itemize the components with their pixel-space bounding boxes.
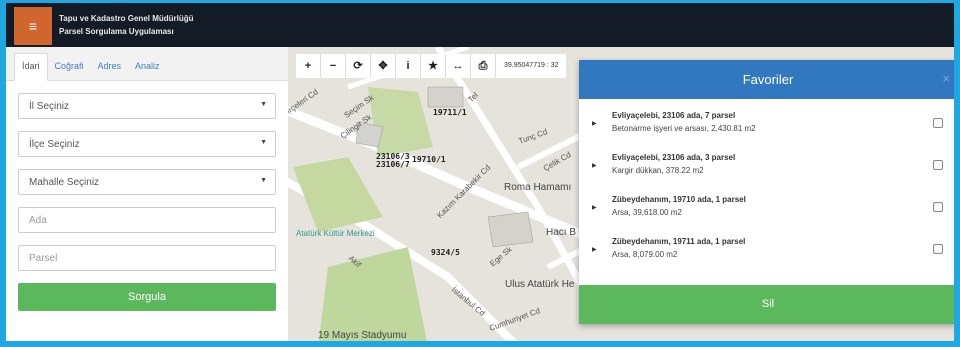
ilce-select-value: İlçe Seçiniz [29, 139, 80, 150]
map-poi-label: Atatürk Kültür Merkezi [296, 229, 375, 238]
map-poi-label: Roma Hamamı [504, 182, 572, 193]
favorite-title: Evliyaçelebi, 23106 ada, 7 parsel [612, 111, 736, 120]
map-building [427, 86, 464, 108]
chevron-down-icon: ▼ [260, 139, 267, 146]
favorite-subtitle: Kargir dükkan, 378.22 m2 [612, 166, 704, 175]
favorite-checkbox[interactable] [933, 244, 943, 254]
favorite-title: Evliyaçelebi, 23106 ada, 3 parsel [612, 153, 736, 162]
app-title: Tapu ve Kadastro Genel Müdürlüğü Parsel … [59, 12, 194, 38]
delete-button[interactable]: Sil [579, 285, 954, 324]
favorites-modal: Favoriler × ▶ Evliyaçelebi, 23106 ada, 7… [579, 60, 954, 324]
favorite-subtitle: Betonarme işyeri ve arsası, 2,430.81 m2 [612, 124, 756, 133]
search-form: İl Seçiniz ▼ İlçe Seçiniz ▼ Mahalle Seçi… [6, 81, 288, 311]
map-building [487, 211, 534, 248]
hamburger-menu-icon[interactable]: ≡ [14, 7, 52, 45]
tab-adres[interactable]: Adres [91, 54, 129, 80]
parcel-label: 19710/1 [412, 155, 446, 164]
favorite-title: Zübeydehanım, 19711 ada, 1 parsel [612, 237, 746, 246]
zoom-in-icon[interactable]: + [296, 54, 321, 78]
il-select[interactable]: İl Seçiniz ▼ [18, 93, 276, 119]
info-icon[interactable]: i [396, 54, 421, 78]
caret-right-icon[interactable]: ▶ [592, 204, 597, 211]
parcel-label: 9324/5 [431, 248, 460, 257]
favorite-checkbox[interactable] [933, 160, 943, 170]
zoom-out-icon[interactable]: − [321, 54, 346, 78]
tab-analiz[interactable]: Analiz [128, 54, 167, 80]
map-poi-label: Hacı B [546, 227, 577, 238]
tab-cografi[interactable]: Coğrafi [48, 54, 91, 80]
map-poi-label: Ulus Atatürk He [505, 279, 575, 290]
favorite-title: Zübeydehanım, 19710 ada, 1 parsel [612, 195, 746, 204]
ada-input[interactable]: Ada [18, 207, 276, 233]
caret-right-icon[interactable]: ▶ [592, 120, 597, 127]
favorite-checkbox[interactable] [933, 118, 943, 128]
list-item[interactable]: ▶ Zübeydehanım, 19711 ada, 1 parsel Arsa… [579, 230, 954, 272]
close-icon[interactable]: × [942, 71, 950, 86]
favorites-list: ▶ Evliyaçelebi, 23106 ada, 7 parsel Beto… [579, 99, 954, 272]
app-title-line1: Tapu ve Kadastro Genel Müdürlüğü [59, 14, 194, 23]
map-poi-label: 19 Mayıs Stadyumu [318, 330, 407, 341]
coordinate-readout: 39.95047719 : 32 [496, 54, 566, 78]
il-select-value: İl Seçiniz [29, 101, 70, 112]
parcel-label: 23106/7 [376, 160, 410, 169]
sidebar-tabs: İdari Coğrafi Adres Analiz [6, 47, 288, 81]
refresh-icon[interactable]: ⟳ [346, 54, 371, 78]
measure-icon[interactable]: ↔ [446, 54, 471, 78]
map-toolbar: + − ⟳ ✥ i ★ ↔ ⎙ 39.95047719 : 32 [296, 54, 566, 78]
pan-icon[interactable]: ✥ [371, 54, 396, 78]
tab-idari[interactable]: İdari [14, 53, 48, 81]
list-item[interactable]: ▶ Zübeydehanım, 19710 ada, 1 parsel Arsa… [579, 188, 954, 230]
app-frame: ≡ Tapu ve Kadastro Genel Müdürlüğü Parse… [0, 0, 960, 347]
top-bar: ≡ Tapu ve Kadastro Genel Müdürlüğü Parse… [6, 3, 954, 47]
parcel-label: 19711/1 [433, 108, 467, 117]
modal-header: Favoriler × [579, 60, 954, 99]
favorite-subtitle: Arsa, 8,079.00 m2 [612, 250, 678, 259]
chevron-down-icon: ▼ [260, 177, 267, 184]
favorite-checkbox[interactable] [933, 202, 943, 212]
mahalle-select[interactable]: Mahalle Seçiniz ▼ [18, 169, 276, 195]
print-icon[interactable]: ⎙ [471, 54, 496, 78]
favorite-subtitle: Arsa, 39,618.00 m2 [612, 208, 682, 217]
chevron-down-icon: ▼ [260, 101, 267, 108]
mahalle-select-value: Mahalle Seçiniz [29, 177, 100, 188]
ilce-select[interactable]: İlçe Seçiniz ▼ [18, 131, 276, 157]
caret-right-icon[interactable]: ▶ [592, 162, 597, 169]
modal-title: Favoriler [742, 72, 794, 87]
caret-right-icon[interactable]: ▶ [592, 246, 597, 253]
list-item[interactable]: ▶ Evliyaçelebi, 23106 ada, 7 parsel Beto… [579, 104, 954, 146]
parsel-input[interactable]: Parsel [18, 245, 276, 271]
sidebar: İdari Coğrafi Adres Analiz İl Seçiniz ▼ … [6, 47, 288, 341]
star-icon[interactable]: ★ [421, 54, 446, 78]
list-item[interactable]: ▶ Evliyaçelebi, 23106 ada, 3 parsel Karg… [579, 146, 954, 188]
app-title-line2: Parsel Sorgulama Uygulaması [59, 27, 174, 36]
search-button[interactable]: Sorgula [18, 283, 276, 311]
